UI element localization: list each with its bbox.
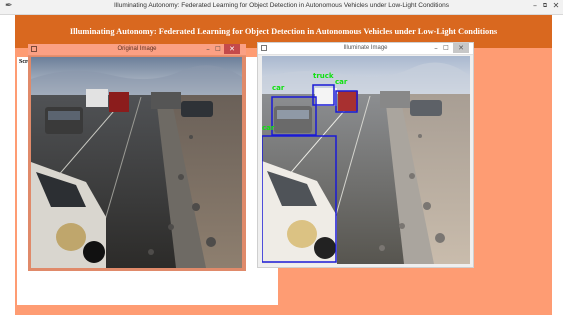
main-titlebar: ✒ Illuminating Autonomy: Federated Learn… bbox=[0, 0, 563, 15]
minimize-icon[interactable]: – bbox=[530, 1, 540, 11]
original-image-titlebar[interactable]: Original Image – □ ✕ bbox=[28, 44, 246, 56]
close-icon[interactable]: ✕ bbox=[551, 1, 561, 11]
detection-label-car-left: car bbox=[262, 124, 275, 132]
minimize-icon[interactable]: – bbox=[431, 43, 441, 53]
minimize-icon[interactable]: – bbox=[203, 44, 213, 54]
illuminated-scene-image: car truck car car bbox=[262, 56, 470, 264]
road-scene-image bbox=[31, 57, 242, 268]
detection-label-car-right: car bbox=[335, 78, 348, 86]
maximize-icon[interactable]: □ bbox=[213, 44, 223, 54]
illuminate-image-window[interactable]: Illuminate Image – □ ✕ car truck car car bbox=[257, 42, 474, 268]
maximize-icon[interactable]: □ bbox=[441, 43, 451, 53]
original-image-window[interactable]: Original Image – □ ✕ bbox=[28, 44, 246, 271]
close-icon[interactable]: ✕ bbox=[453, 43, 469, 53]
original-image bbox=[31, 57, 242, 268]
close-icon[interactable]: ✕ bbox=[224, 44, 240, 54]
illuminate-image-titlebar[interactable]: Illuminate Image – □ ✕ bbox=[258, 43, 473, 55]
window-title: Illuminating Autonomy: Federated Learnin… bbox=[114, 2, 449, 9]
detection-label-truck: truck bbox=[313, 72, 334, 80]
illuminate-image: car truck car car bbox=[262, 56, 470, 264]
maximize-icon[interactable]: ⧉ bbox=[540, 1, 550, 11]
detection-label-car-top: car bbox=[272, 84, 285, 92]
page-title: Illuminating Autonomy: Federated Learnin… bbox=[69, 27, 498, 36]
